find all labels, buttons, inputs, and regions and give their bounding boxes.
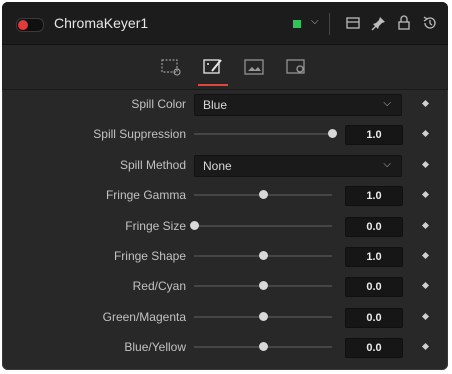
red-cyan-slider-thumb[interactable] bbox=[258, 281, 268, 291]
keyframe-icon[interactable] bbox=[421, 343, 430, 351]
control-label: Spill Suppression bbox=[93, 127, 186, 142]
dropdown-value: None bbox=[203, 158, 232, 173]
fringe-size-slider-thumb[interactable] bbox=[189, 220, 199, 230]
keyframe-icon[interactable] bbox=[421, 282, 430, 290]
header-divider bbox=[329, 13, 330, 35]
fringe-shape-value-field[interactable]: 1.0 bbox=[345, 247, 403, 267]
tab-controls[interactable] bbox=[160, 58, 182, 76]
control-label: Blue/Yellow bbox=[124, 340, 186, 355]
control-row-red-cyan: Red/Cyan 0.0 bbox=[2, 271, 448, 301]
fringe-gamma-value-field[interactable]: 1.0 bbox=[345, 186, 403, 207]
enabled-dot bbox=[18, 20, 28, 30]
node-title: ChromaKeyer1 bbox=[54, 15, 149, 31]
lock-icon[interactable] bbox=[395, 14, 413, 32]
control-row-spill-method: Spill Method None ⌵ bbox=[2, 150, 448, 180]
chevron-down-icon: ⌵ bbox=[383, 158, 391, 170]
control-row-fringe-size: Fringe Size 0.0 bbox=[2, 211, 448, 241]
control-label: Spill Color bbox=[131, 97, 186, 111]
spill-suppression-slider-track[interactable] bbox=[194, 133, 332, 136]
fringe-shape-slider-thumb[interactable] bbox=[258, 251, 268, 260]
control-row-spill-color: Spill Color Blue ⌵ bbox=[2, 89, 448, 119]
spill-suppression-slider-thumb[interactable] bbox=[327, 129, 337, 139]
green-magenta-slider-thumb[interactable] bbox=[258, 311, 268, 321]
fringe-size-slider-track[interactable] bbox=[194, 224, 332, 227]
inspector-tabs bbox=[2, 45, 448, 90]
fringe-gamma-slider-thumb[interactable] bbox=[258, 190, 268, 200]
spill-method-dropdown[interactable]: None ⌵ bbox=[194, 154, 402, 177]
fringe-size-value-field[interactable]: 0.0 bbox=[345, 216, 403, 237]
control-label: Spill Method bbox=[119, 157, 186, 172]
chevron-down-icon: ⌵ bbox=[383, 98, 391, 109]
tab-color[interactable] bbox=[202, 58, 224, 76]
control-label: Fringe Shape bbox=[113, 249, 186, 263]
control-row-blue-yellow: Blue/Yellow 0.0 bbox=[2, 332, 448, 362]
inspector-panel: ChromaKeyer1 ⌵ Spill Color Blue ⌵ Spill … bbox=[2, 2, 448, 370]
chevron-down-icon[interactable]: ⌵ bbox=[311, 16, 319, 27]
control-label: Green/Magenta bbox=[102, 309, 186, 324]
control-row-green-magenta: Green/Magenta 0.0 bbox=[2, 302, 448, 332]
tab-settings[interactable] bbox=[285, 58, 307, 76]
dropdown-value: Blue bbox=[203, 98, 228, 112]
reset-icon[interactable] bbox=[421, 14, 439, 32]
tab-image[interactable] bbox=[243, 58, 265, 76]
active-tab-indicator bbox=[198, 84, 228, 86]
control-label: Fringe Gamma bbox=[105, 188, 186, 203]
pin-icon[interactable] bbox=[370, 14, 388, 32]
keyframe-icon[interactable] bbox=[421, 221, 430, 229]
red-cyan-value-field[interactable]: 0.0 bbox=[345, 277, 403, 298]
keyframe-icon[interactable] bbox=[421, 191, 430, 199]
keyframe-icon[interactable] bbox=[421, 251, 430, 260]
version-icon[interactable] bbox=[344, 14, 362, 32]
green-magenta-value-field[interactable]: 0.0 bbox=[345, 307, 403, 328]
spill-color-dropdown[interactable]: Blue ⌵ bbox=[194, 94, 402, 116]
keyframe-icon[interactable] bbox=[421, 99, 430, 108]
blue-yellow-value-field[interactable]: 0.0 bbox=[345, 338, 403, 359]
node-enable-toggle[interactable] bbox=[16, 18, 44, 32]
control-row-fringe-gamma: Fringe Gamma 1.0 bbox=[2, 180, 448, 210]
keyframe-icon[interactable] bbox=[421, 160, 430, 168]
keyframe-icon[interactable] bbox=[421, 130, 430, 138]
spill-suppression-value-field[interactable]: 1.0 bbox=[345, 125, 403, 146]
node-color-chip[interactable] bbox=[293, 20, 301, 28]
control-row-spill-suppression: Spill Suppression 1.0 bbox=[2, 119, 448, 149]
node-header: ChromaKeyer1 ⌵ bbox=[2, 2, 448, 45]
control-label: Red/Cyan bbox=[132, 279, 186, 294]
blue-yellow-slider-thumb[interactable] bbox=[258, 342, 268, 352]
control-row-fringe-shape: Fringe Shape 1.0 bbox=[2, 241, 448, 271]
keyframe-icon[interactable] bbox=[421, 312, 430, 320]
control-label: Fringe Size bbox=[125, 218, 186, 233]
